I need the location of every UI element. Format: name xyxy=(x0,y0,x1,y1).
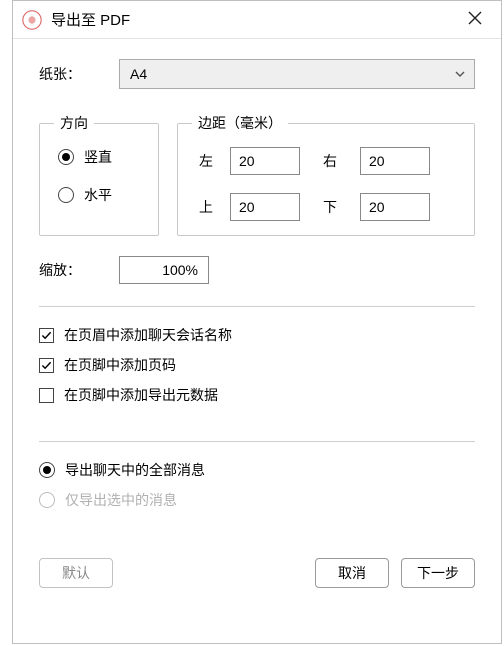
margin-top-label: 上 xyxy=(192,197,220,217)
default-button-label: 默认 xyxy=(62,563,90,583)
close-button[interactable] xyxy=(455,1,495,39)
paper-row: 纸张： A4 xyxy=(39,59,475,89)
margin-left-label: 左 xyxy=(192,151,220,171)
paper-label: 纸张： xyxy=(39,64,119,84)
close-icon xyxy=(468,11,482,28)
margin-left-input[interactable] xyxy=(230,147,300,175)
margin-top-input[interactable] xyxy=(230,193,300,221)
scope-selected: 仅导出选中的消息 xyxy=(39,490,475,510)
orientation-fieldset: 方向 竖直 水平 xyxy=(39,113,159,236)
zoom-row: 缩放： xyxy=(39,256,475,284)
options-list: 在页眉中添加聊天会话名称 在页脚中添加页码 在页脚中添加导出元数据 xyxy=(39,325,475,405)
orientation-horizontal[interactable]: 水平 xyxy=(58,185,144,205)
orientation-legend: 方向 xyxy=(54,113,94,133)
zoom-input[interactable] xyxy=(119,256,209,284)
button-row: 默认 取消 下一步 xyxy=(39,558,475,588)
radio-icon xyxy=(58,149,74,165)
paper-select[interactable]: A4 xyxy=(119,59,475,89)
scope-all-label: 导出聊天中的全部消息 xyxy=(65,460,205,480)
radio-icon xyxy=(58,187,74,203)
option-header-name[interactable]: 在页眉中添加聊天会话名称 xyxy=(39,325,475,345)
dialog-title: 导出至 PDF xyxy=(51,9,455,30)
margin-right-input[interactable] xyxy=(360,147,430,175)
chevron-down-icon xyxy=(454,68,466,80)
checkbox-icon xyxy=(39,388,54,403)
scope-selected-label: 仅导出选中的消息 xyxy=(65,490,177,510)
cancel-button[interactable]: 取消 xyxy=(315,558,389,588)
scope-list: 导出聊天中的全部消息 仅导出选中的消息 xyxy=(39,460,475,510)
option-header-name-label: 在页眉中添加聊天会话名称 xyxy=(64,325,232,345)
next-button[interactable]: 下一步 xyxy=(401,558,475,588)
divider xyxy=(39,441,475,442)
paper-value: A4 xyxy=(130,66,147,82)
default-button[interactable]: 默认 xyxy=(39,558,113,588)
orientation-vertical[interactable]: 竖直 xyxy=(58,147,144,167)
export-pdf-dialog: 导出至 PDF 纸张： A4 方向 竖直 xyxy=(12,0,502,644)
divider xyxy=(39,306,475,307)
radio-icon xyxy=(39,462,55,478)
app-icon xyxy=(21,9,43,31)
zoom-label: 缩放： xyxy=(39,260,119,280)
scope-all[interactable]: 导出聊天中的全部消息 xyxy=(39,460,475,480)
next-button-label: 下一步 xyxy=(417,563,459,583)
option-footer-page-label: 在页脚中添加页码 xyxy=(64,355,176,375)
orientation-horizontal-label: 水平 xyxy=(84,185,112,205)
margin-bottom-input[interactable] xyxy=(360,193,430,221)
margin-bottom-label: 下 xyxy=(310,197,350,217)
cancel-button-label: 取消 xyxy=(338,563,366,583)
margin-right-label: 右 xyxy=(310,151,350,171)
orientation-vertical-label: 竖直 xyxy=(84,147,112,167)
option-footer-meta[interactable]: 在页脚中添加导出元数据 xyxy=(39,385,475,405)
radio-icon xyxy=(39,492,55,508)
option-footer-meta-label: 在页脚中添加导出元数据 xyxy=(64,385,218,405)
titlebar: 导出至 PDF xyxy=(13,1,501,39)
margins-fieldset: 边距（毫米） 左 右 上 下 xyxy=(177,113,475,236)
checkbox-icon xyxy=(39,358,54,373)
option-footer-page[interactable]: 在页脚中添加页码 xyxy=(39,355,475,375)
checkbox-icon xyxy=(39,328,54,343)
margins-legend: 边距（毫米） xyxy=(192,113,288,133)
